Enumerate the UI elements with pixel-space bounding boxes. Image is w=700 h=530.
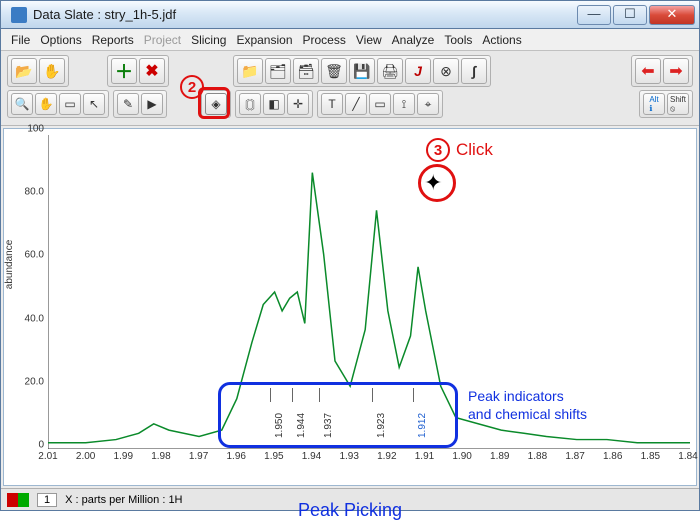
alt-toggle[interactable]: Altℹ	[643, 93, 665, 115]
menu-process[interactable]: Process	[303, 33, 346, 47]
line-button[interactable]: ╱	[345, 93, 367, 115]
save-button[interactable]: 💾	[349, 58, 375, 84]
rect-button[interactable]: ▭	[369, 93, 391, 115]
open-folder-button[interactable]: 📂	[11, 58, 37, 84]
integral-button[interactable]: ∫	[461, 58, 487, 84]
trash-button[interactable]: 🗑	[321, 58, 347, 84]
target-button[interactable]: ⌖	[417, 93, 439, 115]
menu-options[interactable]: Options	[40, 33, 81, 47]
menu-expansion[interactable]: Expansion	[236, 33, 292, 47]
eraser-button[interactable]: ◧	[263, 93, 285, 115]
brackets-button[interactable]: 〘〙	[239, 93, 261, 115]
peak-label[interactable]: 1.937	[323, 413, 334, 438]
peak-label[interactable]: 1.923	[376, 413, 387, 438]
menu-tools[interactable]: Tools	[444, 33, 472, 47]
pan-button[interactable]: ✋	[35, 93, 57, 115]
folder-button[interactable]: 📁	[237, 58, 263, 84]
prev-button[interactable]: ⬅	[635, 58, 661, 84]
window-buttons: — ☐ ✕	[577, 5, 695, 25]
pointer-button[interactable]: ↖	[83, 93, 105, 115]
close-button[interactable]: ✕	[649, 5, 695, 25]
menu-view[interactable]: View	[356, 33, 382, 47]
integral-j-button[interactable]: J	[405, 58, 431, 84]
peak-label[interactable]: 1.950	[274, 413, 285, 438]
shift-toggle[interactable]: Shift⦸	[667, 93, 689, 115]
hand-tool-button[interactable]: ✋	[39, 58, 65, 84]
print-button[interactable]: 🖨	[377, 58, 403, 84]
stack-add-button[interactable]: 🗂	[265, 58, 291, 84]
click-annotation: Click	[456, 140, 493, 160]
menu-slicing[interactable]: Slicing	[191, 33, 226, 47]
menu-project: Project	[144, 33, 181, 47]
delete-button[interactable]: ✖	[139, 58, 165, 84]
next-button[interactable]: ➡	[663, 58, 689, 84]
menu-reports[interactable]: Reports	[92, 33, 134, 47]
minimize-button[interactable]: —	[577, 5, 611, 25]
x-axis: 2.012.001.991.981.971.961.951.941.931.92…	[48, 449, 690, 475]
menu-file[interactable]: File	[11, 33, 30, 47]
menu-analyze[interactable]: Analyze	[392, 33, 435, 47]
clear-button[interactable]: ⊗	[433, 58, 459, 84]
step3-badge: 3	[426, 138, 450, 162]
y-axis: abundance 020.040.060.080.0100	[8, 135, 48, 445]
menu-actions[interactable]: Actions	[482, 33, 521, 47]
menubar: File Options Reports Project Slicing Exp…	[1, 29, 699, 51]
peak-label[interactable]: 1.944	[296, 413, 307, 438]
play-button[interactable]: ▶	[141, 93, 163, 115]
peak-cursor-icon: ✦	[424, 170, 442, 196]
region-button[interactable]: ▭	[59, 93, 81, 115]
edit-button[interactable]: ✎	[117, 93, 139, 115]
measure-button[interactable]: ⟟	[393, 93, 415, 115]
y-axis-label: abundance	[4, 239, 15, 289]
toolbar-area: 📂 ✋ ＋ ✖ 📁 🗂 🗃 🗑 💾 🖨 J ⊗ ∫	[1, 51, 699, 126]
caption: Peak Picking	[0, 500, 700, 521]
peak-labels-group: 1.950 1.944 1.937 1.923 1.912	[44, 388, 684, 448]
text-button[interactable]: T	[321, 93, 343, 115]
peak-pick-button[interactable]: ◈	[205, 93, 227, 115]
window-title: Data Slate : stry_1h-5.jdf	[33, 7, 577, 22]
maximize-button[interactable]: ☐	[613, 5, 647, 25]
peak-label[interactable]: 1.912	[417, 413, 428, 438]
step2-badge: 2	[180, 75, 204, 99]
crosshair-button[interactable]: ✛	[287, 93, 309, 115]
app-icon	[11, 7, 27, 23]
titlebar[interactable]: Data Slate : stry_1h-5.jdf — ☐ ✕	[1, 1, 699, 29]
layers-button[interactable]: 🗃	[293, 58, 319, 84]
add-button[interactable]: ＋	[111, 58, 137, 84]
zoom-button[interactable]: 🔍	[11, 93, 33, 115]
